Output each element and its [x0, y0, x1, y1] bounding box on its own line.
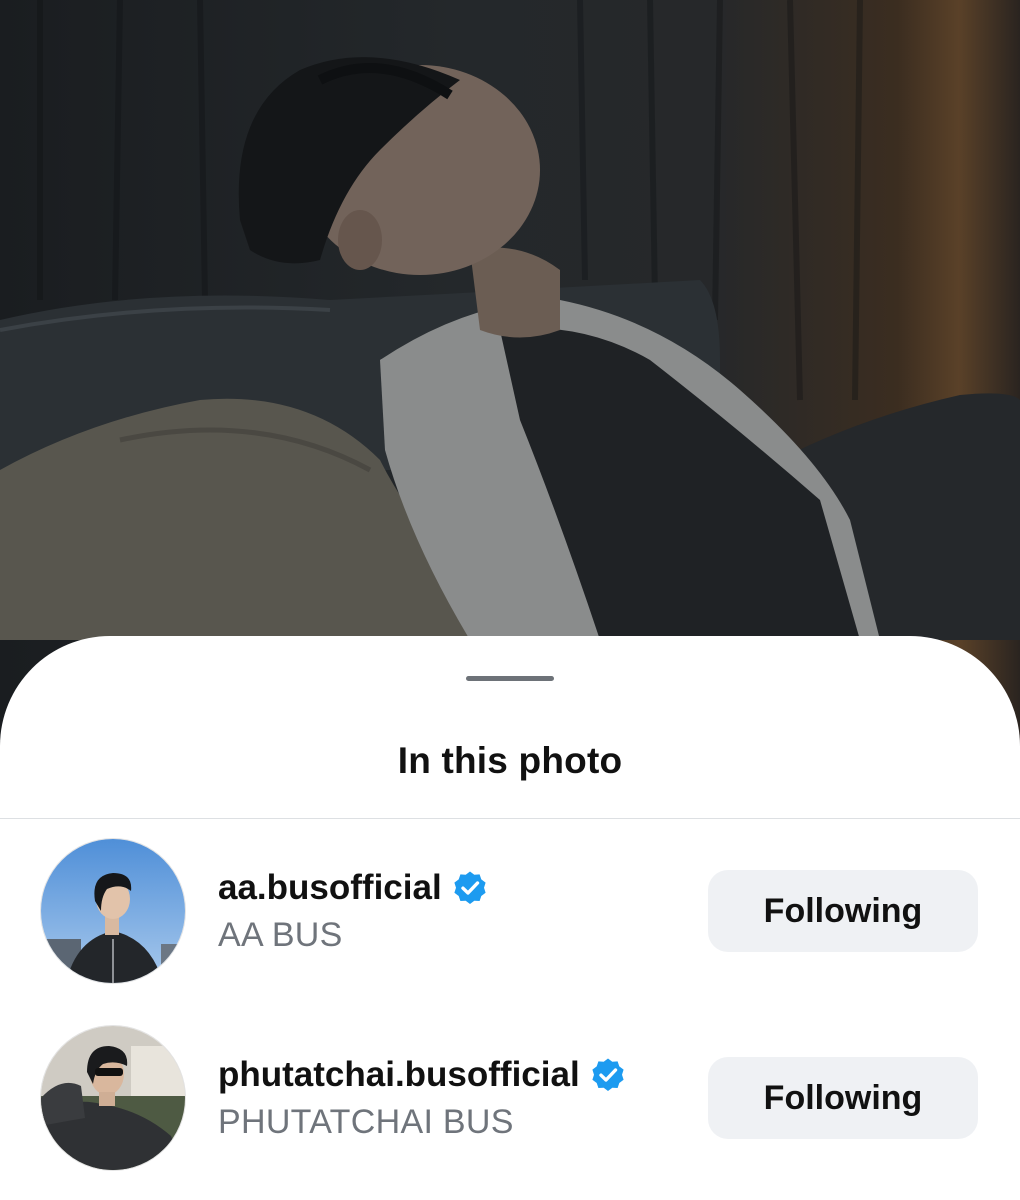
account-names: phutatchai.busofficial PHUTATCHAI BUS: [218, 1053, 626, 1142]
avatar[interactable]: [41, 839, 185, 983]
sheet-grabber[interactable]: [466, 676, 554, 681]
following-button[interactable]: Following: [708, 1057, 978, 1139]
full-name: PHUTATCHAI BUS: [218, 1103, 514, 1141]
divider: [0, 818, 1020, 819]
avatar-image: [41, 1026, 185, 1170]
tagged-account-row[interactable]: phutatchai.busofficial PHUTATCHAI BUS Fo…: [0, 1023, 1020, 1173]
username-line: aa.busofficial: [218, 866, 488, 910]
tagged-people-sheet: In this photo aa.busofficial AA BUS Foll…: [0, 636, 1020, 1200]
account-names: aa.busofficial AA BUS: [218, 866, 488, 955]
username[interactable]: phutatchai.busofficial: [218, 1055, 580, 1095]
tagged-account-row[interactable]: aa.busofficial AA BUS Following: [0, 836, 1020, 986]
following-button[interactable]: Following: [708, 870, 978, 952]
sheet-title: In this photo: [397, 740, 623, 781]
full-name: AA BUS: [218, 916, 343, 954]
avatar[interactable]: [41, 1026, 185, 1170]
username-line: phutatchai.busofficial: [218, 1053, 626, 1097]
verified-badge-icon: [590, 1057, 626, 1093]
avatar-image: [41, 839, 185, 983]
verified-badge-icon: [452, 870, 488, 906]
username[interactable]: aa.busofficial: [218, 868, 442, 908]
